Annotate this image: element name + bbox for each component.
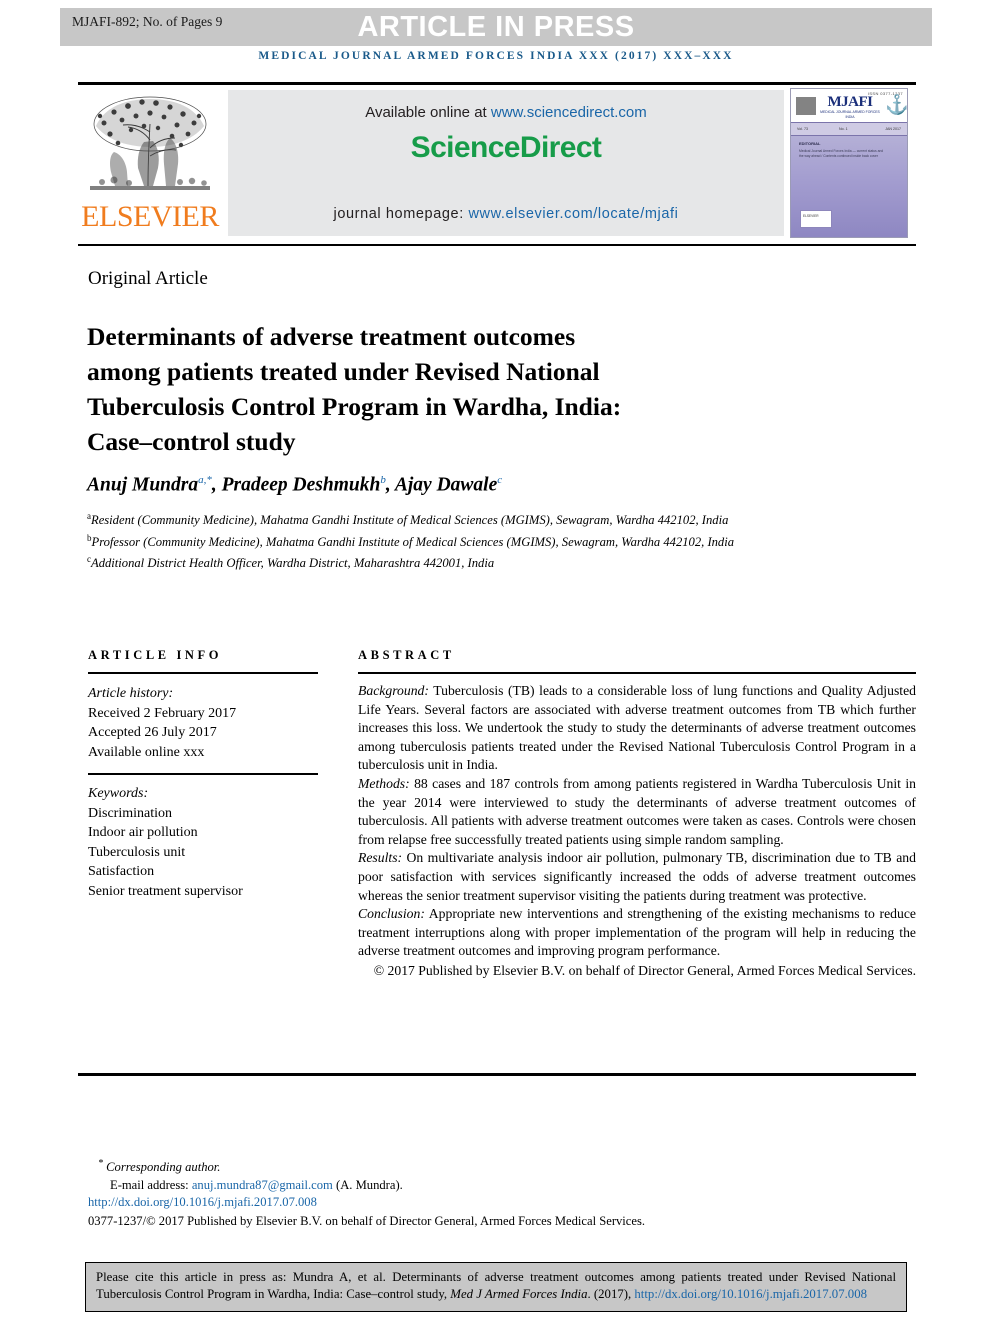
history-item: Accepted 26 July 2017 <box>88 725 217 740</box>
title-line-1: Determinants of adverse treatment outcom… <box>87 322 576 352</box>
abstract-section-text: Appropriate new interventions and streng… <box>358 906 916 959</box>
abstract-section: Results: On multivariate analysis indoor… <box>358 849 916 905</box>
elsevier-tree-icon <box>90 96 210 190</box>
author-marks: a,* <box>198 474 212 486</box>
abstract-body: Background: Tuberculosis (TB) leads to a… <box>358 682 916 981</box>
affiliation-item: bProfessor (Community Medicine), Mahatma… <box>87 530 787 552</box>
corresponding-author-note: * Corresponding author. <box>88 1155 848 1177</box>
cite-doi-link[interactable]: http://dx.doi.org/10.1016/j.mjafi.2017.0… <box>634 1287 867 1301</box>
masthead: ELSEVIER Available online at www.science… <box>78 88 916 238</box>
available-online-label: Available online at <box>365 104 491 121</box>
corresponding-author-text: Corresponding author. <box>106 1160 221 1175</box>
affiliation-item: aResident (Community Medicine), Mahatma … <box>87 508 787 530</box>
keyword-item: Tuberculosis unit <box>88 844 186 860</box>
journal-running-title: MEDICAL JOURNAL ARMED FORCES INDIA XXX (… <box>258 50 734 62</box>
cover-date: JAN 2017 <box>885 127 901 131</box>
keyword-item: Senior treatment supervisor <box>88 883 243 899</box>
page-title: Determinants of adverse treatment outcom… <box>87 319 747 459</box>
author-list: Anuj Mundraa,*, Pradeep Deshmukhb, Ajay … <box>87 474 503 496</box>
abstract-section: Conclusion: Appropriate new intervention… <box>358 905 916 961</box>
sciencedirect-panel: Available online at www.sciencedirect.co… <box>228 90 784 236</box>
affiliation-list: aResident (Community Medicine), Mahatma … <box>87 508 787 573</box>
cover-publisher-mark: ELSEVIER <box>803 214 819 218</box>
masthead-top-rule <box>78 82 916 85</box>
cover-volume: Vol. 73 <box>797 127 808 131</box>
abstract-section: Methods: 88 cases and 187 controls from … <box>358 775 916 849</box>
cover-volume-bar: Vol. 73 No. 1 JAN 2017 <box>791 122 907 136</box>
keyword-item: Satisfaction <box>88 864 155 879</box>
journal-homepage-line: journal homepage: www.elsevier.com/locat… <box>228 206 784 222</box>
history-item: Available online xxx <box>88 744 205 760</box>
abstract-section-label: Background: <box>358 683 429 698</box>
email-note: E-mail address: anuj.mundra87@gmail.com … <box>88 1177 848 1195</box>
title-line-2: among patients treated under Revised Nat… <box>87 357 600 387</box>
page-mid-rule <box>78 1073 916 1076</box>
cover-anchor-emblem-icon: ⚓ <box>885 95 908 116</box>
article-history-block: Article history: Received 2 February 201… <box>88 684 328 762</box>
abstract-section: Background: Tuberculosis (TB) leads to a… <box>358 682 916 775</box>
email-label: E-mail address: <box>110 1177 192 1192</box>
abstract-rule <box>358 672 916 674</box>
keyword-item: Indoor air pollution <box>88 825 198 840</box>
cover-number: No. 1 <box>839 127 848 131</box>
author-name: Ajay Dawale <box>394 474 498 496</box>
journal-homepage-link[interactable]: www.elsevier.com/locate/mjafi <box>468 206 678 222</box>
cite-this-article-box: Please cite this article in press as: Mu… <box>85 1262 907 1312</box>
footnotes: * Corresponding author. E-mail address: … <box>88 1155 848 1230</box>
affiliation-text: Additional District Health Officer, Ward… <box>91 556 495 571</box>
abstract-copyright: © 2017 Published by Elsevier B.V. on beh… <box>373 962 916 978</box>
sciencedirect-url-link[interactable]: www.sciencedirect.com <box>491 104 647 121</box>
keywords-rule <box>88 773 318 775</box>
available-online-line: Available online at www.sciencedirect.co… <box>228 104 784 121</box>
title-line-4: Case–control study <box>87 427 296 457</box>
sciencedirect-logo[interactable]: ScienceDirect <box>228 131 784 165</box>
cover-left-emblem-icon <box>796 97 816 115</box>
author-name: Pradeep Deshmukh <box>221 474 381 496</box>
email-owner: (A. Mundra). <box>332 1177 403 1192</box>
journal-cover-thumbnail: ISSN 0377-1237 MJAFI MEDICAL JOURNAL ARM… <box>790 88 908 238</box>
journal-homepage-label: journal homepage: <box>333 206 469 222</box>
cover-journal-title: MJAFI <box>827 94 874 110</box>
article-history-label: Article history: <box>88 686 174 701</box>
elsevier-wordmark: ELSEVIER <box>81 200 219 233</box>
history-item: Received 2 February 2017 <box>88 705 237 721</box>
author-name: Anuj Mundra <box>87 474 199 496</box>
abstract-section-text: Tuberculosis (TB) leads to a considerabl… <box>358 683 916 773</box>
email-link[interactable]: anuj.mundra87@gmail.com <box>192 1178 333 1192</box>
affiliation-text: Resident (Community Medicine), Mahatma G… <box>91 513 729 528</box>
keywords-block: Keywords: Discrimination Indoor air poll… <box>88 784 328 901</box>
author-marks: c <box>497 474 503 486</box>
abstract-section-text: On multivariate analysis indoor air poll… <box>358 850 916 903</box>
article-info-rule <box>88 672 318 674</box>
cover-journal-subtitle: MEDICAL JOURNAL ARMED FORCES INDIA <box>820 110 880 119</box>
abstract-section-text: 88 cases and 187 controls from among pat… <box>358 775 916 847</box>
asterisk-icon: * <box>98 1158 103 1169</box>
article-info-heading: ARTICLE INFO <box>88 648 223 662</box>
author-marks: b <box>380 474 386 486</box>
affiliation-text: Professor (Community Medicine), Mahatma … <box>91 534 735 549</box>
keywords-label: Keywords: <box>88 786 149 801</box>
article-type-label: Original Article <box>88 268 208 289</box>
title-line-3: Tuberculosis Control Program in Wardha, … <box>87 392 622 422</box>
abstract-section-label: Results: <box>358 850 403 866</box>
issn-copyright-line: 0377-1237/© 2017 Published by Elsevier B… <box>88 1213 646 1228</box>
doi-link[interactable]: http://dx.doi.org/10.1016/j.mjafi.2017.0… <box>88 1194 848 1212</box>
keyword-item: Discrimination <box>88 805 172 821</box>
manuscript-code: MJAFI-892; No. of Pages 9 <box>72 14 223 29</box>
cover-section-head: EDITORIAL <box>799 141 821 146</box>
abstract-section-label: Conclusion: <box>358 906 425 922</box>
abstract-section-label: Methods: <box>358 775 410 791</box>
abstract-heading: ABSTRACT <box>358 648 455 662</box>
masthead-bottom-rule <box>78 244 916 246</box>
elsevier-logo: ELSEVIER <box>78 88 222 238</box>
cite-middle: . (2017), <box>587 1286 635 1301</box>
cover-section-lines: Medical Journal Armed Forces India — cur… <box>799 149 884 158</box>
affiliation-item: cAdditional District Health Officer, War… <box>87 551 787 573</box>
cite-journal-name: Med J Armed Forces India <box>450 1286 588 1301</box>
cover-publisher-box: ELSEVIER <box>800 210 832 228</box>
